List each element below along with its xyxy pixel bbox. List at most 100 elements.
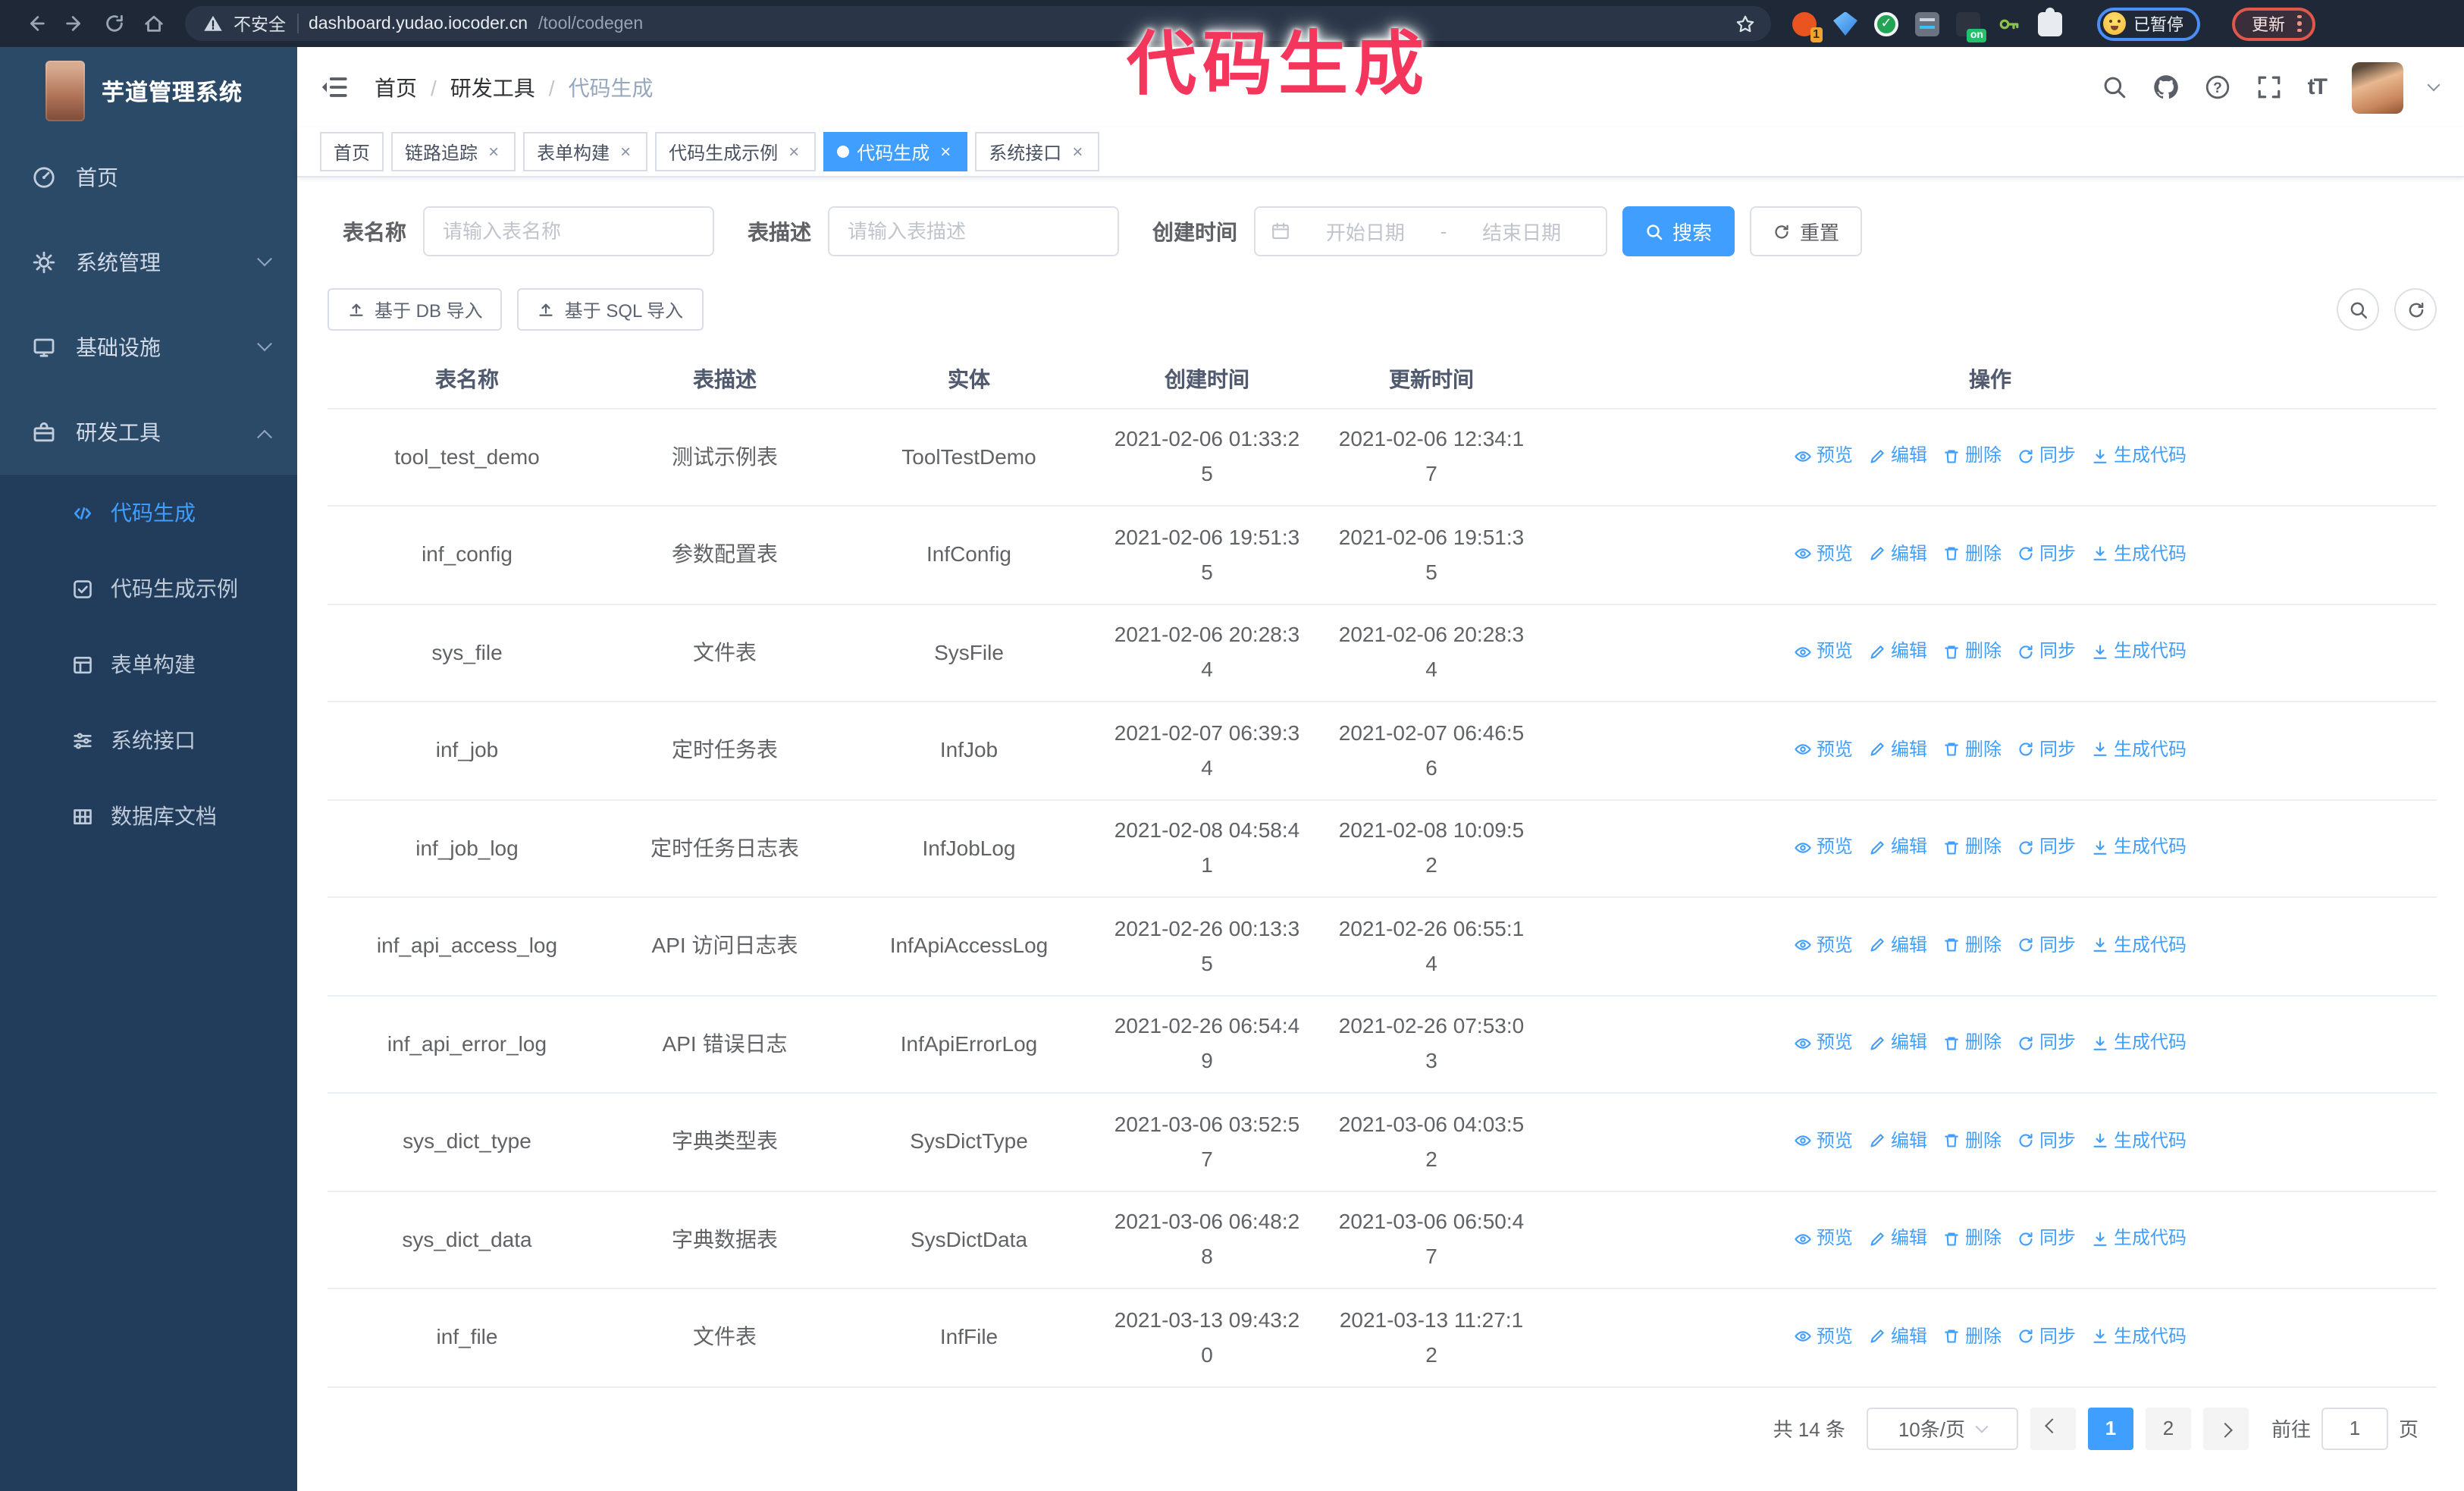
page-size-select[interactable]: 10条/页 [1866, 1407, 2018, 1449]
edit-link[interactable]: 编辑 [1868, 1221, 1927, 1256]
preview-link[interactable]: 预览 [1794, 1319, 1853, 1354]
sidebar-subitem-codegen[interactable]: 代码生成 [0, 475, 297, 551]
sync-link[interactable]: 同步 [2017, 928, 2076, 962]
sidebar-item-infra[interactable]: 基础设施 [0, 305, 297, 390]
app-logo[interactable]: 芋道管理系统 [0, 47, 297, 135]
bookmark-star-icon[interactable] [1735, 13, 1756, 34]
tab-代码生成示例[interactable]: 代码生成示例 × [655, 132, 817, 171]
browser-home-button[interactable] [133, 5, 173, 42]
sidebar-item-home[interactable]: 首页 [0, 135, 297, 220]
page-number-button[interactable]: 1 [2087, 1407, 2133, 1449]
delete-link[interactable]: 删除 [1942, 1221, 2002, 1256]
delete-link[interactable]: 删除 [1942, 536, 2002, 571]
preview-link[interactable]: 预览 [1794, 438, 1853, 473]
import-db-button[interactable]: 基于 DB 导入 [328, 288, 503, 331]
tab-表单构建[interactable]: 表单构建 × [523, 132, 648, 171]
edit-link[interactable]: 编辑 [1868, 634, 1927, 669]
font-size-icon[interactable]: tT [2308, 74, 2328, 100]
profile-paused-chip[interactable]: 已暂停 [2097, 7, 2200, 40]
user-menu-caret-icon[interactable] [2427, 78, 2440, 92]
sync-link[interactable]: 同步 [2017, 634, 2076, 669]
preview-link[interactable]: 预览 [1794, 732, 1853, 767]
extension-ubuntu-icon[interactable] [1792, 11, 1823, 42]
edit-link[interactable]: 编辑 [1868, 1025, 1927, 1060]
sidebar-subitem-db-doc[interactable]: 数据库文档 [0, 778, 297, 854]
prev-page-button[interactable] [2030, 1407, 2076, 1449]
toggle-search-button[interactable] [2337, 288, 2379, 331]
sidebar-item-devtools[interactable]: 研发工具 [0, 390, 297, 475]
extension-switch-icon[interactable] [1956, 11, 1986, 42]
browser-menu-kebab-icon[interactable] [2297, 14, 2301, 33]
fullscreen-icon[interactable] [2256, 74, 2282, 100]
preview-link[interactable]: 预览 [1794, 1123, 1853, 1158]
extension-shield-check-icon[interactable]: ✓ [1874, 11, 1898, 36]
delete-link[interactable]: 删除 [1942, 732, 2002, 767]
extension-key-icon[interactable] [1997, 11, 2021, 36]
sidebar-subitem-form-builder[interactable]: 表单构建 [0, 626, 297, 702]
browser-back-button[interactable] [15, 5, 55, 42]
extension-gem-icon[interactable] [1833, 11, 1857, 36]
sync-link[interactable]: 同步 [2017, 536, 2076, 571]
generate-code-link[interactable]: 生成代码 [2091, 732, 2187, 767]
close-icon[interactable]: × [1069, 141, 1086, 162]
user-avatar[interactable] [2352, 61, 2403, 113]
goto-page-input[interactable] [2321, 1407, 2388, 1449]
search-button[interactable]: 搜索 [1622, 206, 1735, 256]
delete-link[interactable]: 删除 [1942, 830, 2002, 865]
edit-link[interactable]: 编辑 [1868, 536, 1927, 571]
browser-update-button[interactable]: 更新 [2232, 7, 2315, 40]
breadcrumb-item[interactable]: 研发工具 [450, 72, 535, 102]
generate-code-link[interactable]: 生成代码 [2091, 1025, 2187, 1060]
preview-link[interactable]: 预览 [1794, 536, 1853, 571]
close-icon[interactable]: × [617, 141, 634, 162]
generate-code-link[interactable]: 生成代码 [2091, 634, 2187, 669]
tab-代码生成[interactable]: 代码生成 × [823, 132, 968, 171]
generate-code-link[interactable]: 生成代码 [2091, 1319, 2187, 1354]
preview-link[interactable]: 预览 [1794, 634, 1853, 669]
extension-sliders-icon[interactable] [1915, 11, 1939, 36]
sync-link[interactable]: 同步 [2017, 1221, 2076, 1256]
sidebar-item-system[interactable]: 系统管理 [0, 220, 297, 305]
delete-link[interactable]: 删除 [1942, 1025, 2002, 1060]
tab-系统接口[interactable]: 系统接口 × [975, 132, 1100, 171]
next-page-button[interactable] [2202, 1407, 2249, 1449]
extensions-puzzle-icon[interactable] [2038, 7, 2062, 36]
close-icon[interactable]: × [485, 141, 502, 162]
collapse-sidebar-icon[interactable] [320, 73, 349, 102]
browser-reload-button[interactable] [94, 5, 133, 42]
delete-link[interactable]: 删除 [1942, 928, 2002, 962]
edit-link[interactable]: 编辑 [1868, 438, 1927, 473]
tab-首页[interactable]: 首页 [320, 132, 384, 171]
preview-link[interactable]: 预览 [1794, 928, 1853, 962]
sync-link[interactable]: 同步 [2017, 438, 2076, 473]
tab-链路追踪[interactable]: 链路追踪 × [391, 132, 516, 171]
edit-link[interactable]: 编辑 [1868, 1123, 1927, 1158]
edit-link[interactable]: 编辑 [1868, 1319, 1927, 1354]
edit-link[interactable]: 编辑 [1868, 928, 1927, 962]
generate-code-link[interactable]: 生成代码 [2091, 928, 2187, 962]
table-name-input[interactable] [423, 206, 714, 256]
help-question-icon[interactable]: ? [2205, 74, 2230, 100]
date-range-picker[interactable]: 开始日期 - 结束日期 [1254, 206, 1607, 256]
close-icon[interactable]: × [937, 141, 954, 162]
generate-code-link[interactable]: 生成代码 [2091, 1221, 2187, 1256]
breadcrumb-item[interactable]: 首页 [375, 72, 417, 102]
delete-link[interactable]: 删除 [1942, 1123, 2002, 1158]
table-desc-input[interactable] [828, 206, 1119, 256]
edit-link[interactable]: 编辑 [1868, 732, 1927, 767]
sidebar-subitem-system-api[interactable]: 系统接口 [0, 702, 297, 778]
generate-code-link[interactable]: 生成代码 [2091, 438, 2187, 473]
edit-link[interactable]: 编辑 [1868, 830, 1927, 865]
generate-code-link[interactable]: 生成代码 [2091, 536, 2187, 571]
delete-link[interactable]: 删除 [1942, 438, 2002, 473]
refresh-table-button[interactable] [2394, 288, 2437, 331]
page-number-button[interactable]: 2 [2145, 1407, 2191, 1449]
sync-link[interactable]: 同步 [2017, 830, 2076, 865]
close-icon[interactable]: × [785, 141, 802, 162]
generate-code-link[interactable]: 生成代码 [2091, 830, 2187, 865]
sync-link[interactable]: 同步 [2017, 1319, 2076, 1354]
generate-code-link[interactable]: 生成代码 [2091, 1123, 2187, 1158]
delete-link[interactable]: 删除 [1942, 1319, 2002, 1354]
address-bar[interactable]: 不安全 dashboard.yudao.iocoder.cn/tool/code… [185, 6, 1771, 41]
github-icon[interactable] [2153, 74, 2179, 100]
